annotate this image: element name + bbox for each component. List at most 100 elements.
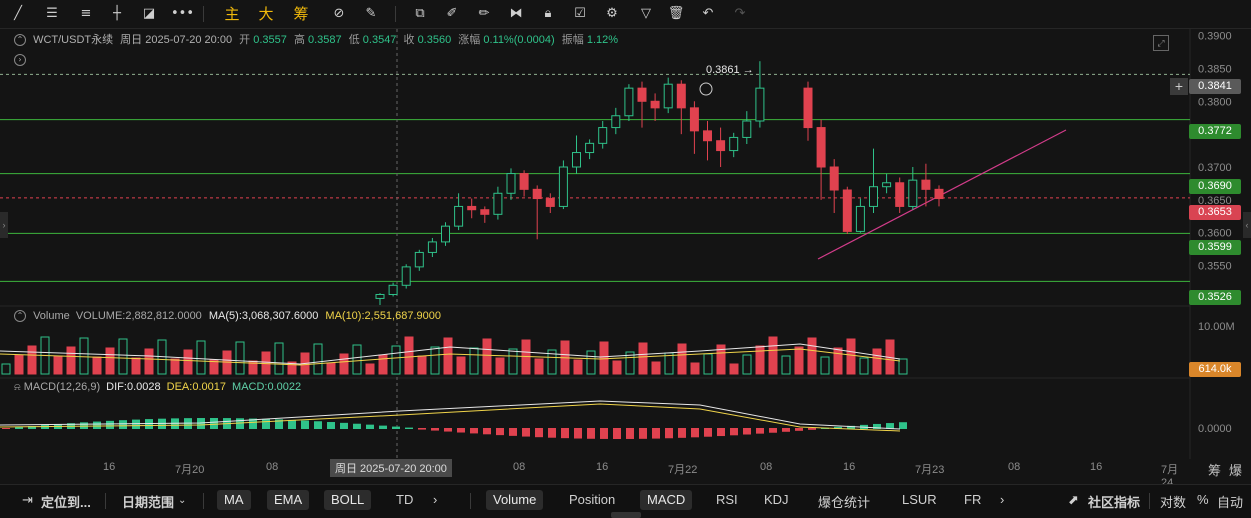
high-marker-circle — [699, 82, 713, 96]
macd-histogram-bar — [652, 428, 660, 439]
main-chart-button[interactable]: 主 — [222, 4, 242, 24]
indicator-lsur[interactable]: LSUR — [902, 492, 937, 507]
indicator-fr[interactable]: FR — [964, 492, 981, 507]
trash-icon[interactable]: 🗑︎ — [666, 4, 686, 24]
macd-histogram-bar — [340, 422, 348, 429]
macd-histogram-bar — [795, 428, 803, 431]
volume-bar — [794, 346, 804, 375]
sub-indicators-more-icon[interactable]: › — [1000, 492, 1004, 507]
volume-bar — [326, 362, 336, 375]
level-tag-0-3599: 0.3599 — [1189, 240, 1241, 255]
high-marker-label: 0.3861 → — [706, 64, 754, 76]
undo-icon[interactable]: ↶ — [698, 4, 718, 24]
candle-body — [611, 115, 621, 129]
candle-body — [650, 100, 660, 109]
auto-scale-toggle[interactable]: 自动 — [1217, 492, 1243, 511]
community-indicator-button[interactable]: 社区指标 — [1088, 492, 1140, 511]
tune-icon[interactable]: ⚙ — [602, 4, 622, 24]
macd-histogram-bar — [808, 428, 816, 430]
volume-bar — [27, 345, 37, 375]
community-indicator-icon[interactable]: ⬈ — [1068, 492, 1079, 508]
chip-distribution-button[interactable]: 筹 — [291, 4, 311, 24]
bottom-indicator-bar: ⇥ 定位到... 日期范围 ⌄ MA EMA BOLL TD › Volume … — [0, 484, 1251, 518]
indicator-td[interactable]: TD — [396, 492, 413, 507]
main-indicators-more-icon[interactable]: › — [433, 492, 437, 507]
copy-icon[interactable]: ⧉ — [410, 4, 430, 24]
indicator-kdj[interactable]: KDJ — [764, 492, 789, 507]
volume-bar — [651, 361, 661, 375]
large-order-button[interactable]: 大 — [256, 4, 276, 24]
macd-histogram-bar — [496, 428, 504, 436]
candle-body — [519, 173, 529, 190]
volume-current-tag: 614.0k — [1189, 362, 1241, 377]
collapse-icon[interactable]: ⌃ — [14, 34, 26, 47]
volume-bar — [742, 354, 752, 375]
volume-bar — [417, 355, 427, 375]
candle-body — [742, 120, 752, 138]
volume-bar — [703, 353, 713, 375]
eraser-icon[interactable]: ✏ — [474, 4, 494, 24]
volume-bar — [170, 358, 180, 375]
crosshair-price-tag: 0.3841 — [1189, 79, 1241, 94]
candle-body — [934, 188, 944, 200]
indicator-ma[interactable]: MA — [217, 490, 251, 510]
macd-histogram-bar — [613, 428, 621, 439]
expand-icon[interactable]: › — [14, 51, 30, 69]
indicator-position[interactable]: Position — [569, 492, 615, 507]
date-range-button[interactable]: 日期范围 — [122, 492, 174, 511]
line-tool-icon[interactable]: ╱ — [8, 4, 28, 24]
volume-bar — [586, 350, 596, 375]
edit-note-icon[interactable]: ☑ — [570, 4, 590, 24]
right-panel-expand-icon[interactable]: ‹ — [1243, 212, 1251, 238]
volume-bar — [469, 347, 479, 375]
more-dots-icon[interactable]: ••• — [171, 4, 194, 24]
bell-icon[interactable]: ⍾ — [14, 382, 21, 393]
percent-scale-toggle[interactable]: % — [1197, 492, 1209, 507]
add-alert-icon[interactable]: + — [1170, 78, 1188, 95]
macd-histogram-bar — [678, 428, 686, 438]
redo-icon[interactable]: ↷ — [730, 4, 750, 24]
macd-histogram-bar — [483, 428, 491, 435]
lock-icon[interactable]: 🔒︎ — [538, 4, 558, 24]
candle-body — [895, 182, 905, 207]
symbol-label: WCT/USDT永续 — [33, 34, 114, 46]
indicator-liquidation[interactable]: 爆仓统计 — [818, 492, 870, 511]
liquidation-toggle[interactable]: 爆 — [1229, 460, 1242, 479]
indicator-ema[interactable]: EMA — [267, 490, 310, 510]
panel-drag-handle[interactable] — [611, 512, 641, 518]
volume-bar — [53, 355, 63, 375]
fullscreen-icon[interactable]: ⤢ — [1153, 35, 1169, 51]
magnet-icon[interactable]: ⊘ — [329, 4, 349, 24]
log-scale-toggle[interactable]: 对数 — [1160, 492, 1186, 511]
parallel-lines-icon[interactable]: ≡ — [76, 4, 96, 24]
brush-off-icon[interactable]: ✎ — [361, 4, 381, 24]
volume-bar — [755, 345, 765, 375]
kline-chart[interactable]: 0.39000.38500.38000.37500.37000.36500.36… — [0, 29, 1251, 459]
candle-body — [441, 225, 450, 243]
candle-body — [598, 127, 608, 144]
close-value: 0.3560 — [417, 34, 452, 46]
goto-button[interactable]: 定位到... — [41, 492, 91, 511]
indicator-rsi[interactable]: RSI — [716, 492, 738, 507]
candle-body — [637, 87, 647, 102]
volume-collapse-icon[interactable]: ⌃ — [14, 310, 26, 323]
indicator-volume[interactable]: Volume — [486, 490, 544, 510]
goto-icon[interactable]: ⇥ — [22, 492, 33, 508]
ruler-icon[interactable]: ✐ — [442, 4, 462, 24]
shape-icon[interactable]: ◪ — [139, 4, 159, 24]
indicator-boll[interactable]: BOLL — [324, 490, 372, 510]
volume-bar — [339, 353, 349, 375]
left-panel-expand-icon[interactable]: › — [0, 212, 8, 238]
indicator-macd[interactable]: MACD — [640, 490, 693, 510]
volume-bar — [1, 363, 11, 375]
macd-histogram-bar — [665, 428, 673, 439]
horizontal-lines-icon[interactable]: ☰ — [42, 4, 62, 24]
volume-bar — [430, 346, 440, 375]
candle-body — [545, 198, 555, 207]
candle-body — [703, 130, 712, 142]
chip-toggle[interactable]: 筹 — [1208, 460, 1221, 479]
cross-line-icon[interactable]: ┼ — [107, 4, 127, 24]
candle-body — [506, 173, 516, 194]
filter-icon[interactable]: ▽ — [636, 4, 656, 24]
indicator-icon[interactable]: ⧓ — [506, 4, 526, 24]
